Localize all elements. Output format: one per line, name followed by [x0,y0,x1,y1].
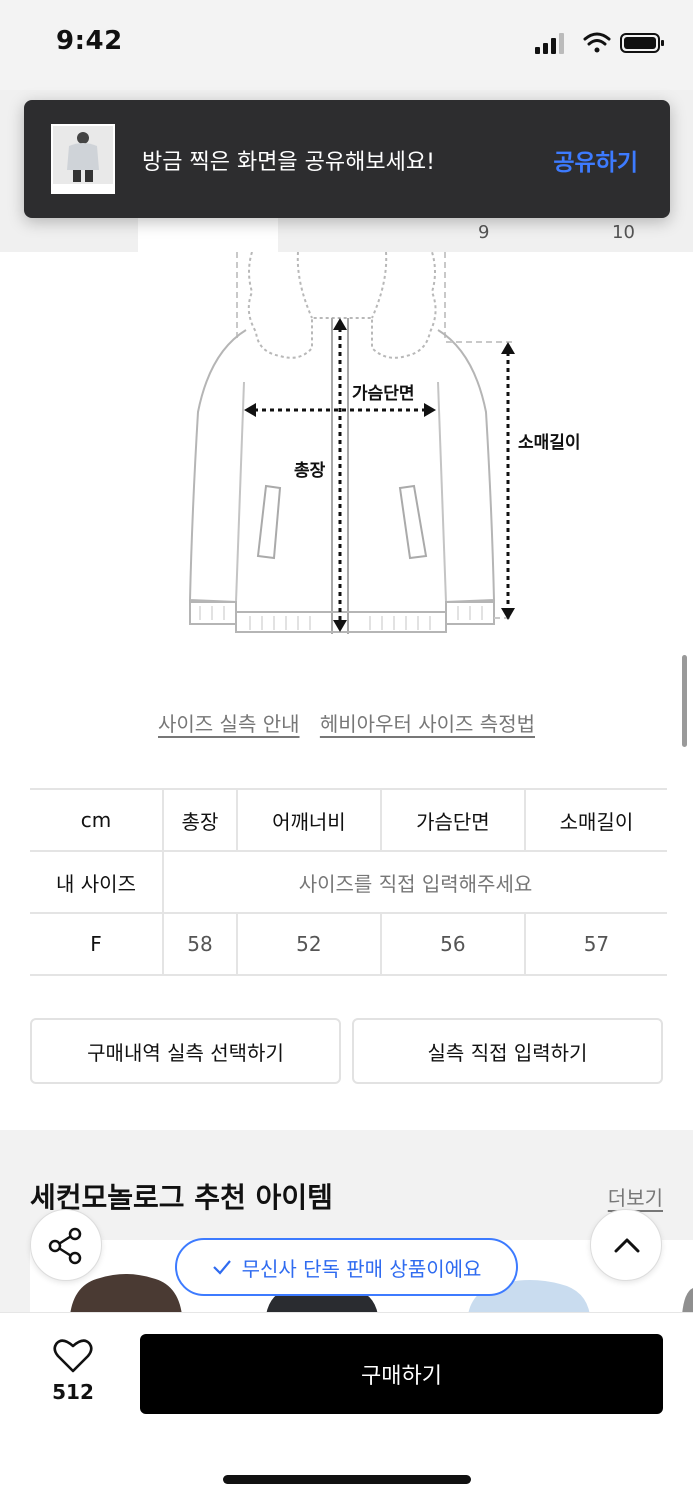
length-label: 총장 [294,461,326,481]
product-image [682,1288,693,1315]
home-indicator [223,1475,471,1484]
my-size-row: 내 사이즈 사이즈를 직접 입력해주세요 [30,851,667,914]
like-count: 512 [52,1380,94,1404]
column-header: 총장 [163,788,238,852]
check-icon [212,1260,231,1275]
column-header: 소매길이 [524,788,667,852]
table-row: F 58 52 56 57 [30,913,667,976]
share-button[interactable] [30,1209,102,1281]
heart-icon [53,1339,93,1373]
table-cell: 52 [236,913,382,976]
my-size-input-prompt[interactable]: 사이즈를 직접 입력해주세요 [163,851,667,914]
unit-header: cm [30,788,164,852]
chest-label: 가슴단면 [352,384,415,404]
exclusive-badge: 무신사 단독 판매 상품이에요 [175,1238,518,1296]
screenshot-thumbnail[interactable] [51,124,115,194]
status-bar: 9:42 [0,0,693,90]
size-guide-links: 사이즈 실측 안내 헤비아우터 사이즈 측정법 [0,708,693,737]
chevron-up-icon [614,1238,640,1253]
size-diagram: 가슴단면 총장 소매길이 [188,252,581,634]
exclusive-badge-text: 무신사 단독 판매 상품이에요 [241,1256,482,1281]
table-cell: 58 [163,913,238,976]
measure-method-link[interactable]: 헤비아우터 사이즈 측정법 [320,712,535,736]
tab-number: 10 [612,222,635,243]
share-button[interactable]: 공유하기 [553,143,638,177]
signal-icon [535,33,564,54]
select-purchase-size-button[interactable]: 구매내역 실측 선택하기 [30,1018,341,1084]
table-cell: 56 [380,913,526,976]
buy-button[interactable]: 구매하기 [140,1334,663,1414]
status-icons [535,32,664,54]
like-button[interactable]: 512 [40,1338,106,1414]
share-toast: 방금 찍은 화면을 공유해보세요! 공유하기 [24,100,670,218]
wifi-icon [583,32,611,53]
status-time: 9:42 [56,26,123,56]
table-header-row: cm 총장 어깨너비 가슴단면 소매길이 [30,788,667,852]
column-header: 가슴단면 [380,788,526,852]
battery-icon [620,33,664,53]
table-cell: 57 [524,913,667,976]
size-label: F [30,913,164,976]
size-action-buttons: 구매내역 실측 선택하기 실측 직접 입력하기 [30,1018,663,1084]
my-size-label: 내 사이즈 [30,851,164,914]
sleeve-label: 소매길이 [518,433,581,453]
direct-input-size-button[interactable]: 실측 직접 입력하기 [352,1018,663,1084]
tab-number: 9 [478,222,490,243]
share-icon [48,1227,82,1265]
toast-message: 방금 찍은 화면을 공유해보세요! [142,150,435,175]
more-link[interactable]: 더보기 [608,1182,663,1211]
size-table: cm 총장 어깨너비 가슴단면 소매길이 내 사이즈 사이즈를 직접 입력해주세… [30,788,667,976]
scroll-top-button[interactable] [590,1209,662,1281]
size-guide-link[interactable]: 사이즈 실측 안내 [158,712,300,736]
column-header: 어깨너비 [236,788,382,852]
